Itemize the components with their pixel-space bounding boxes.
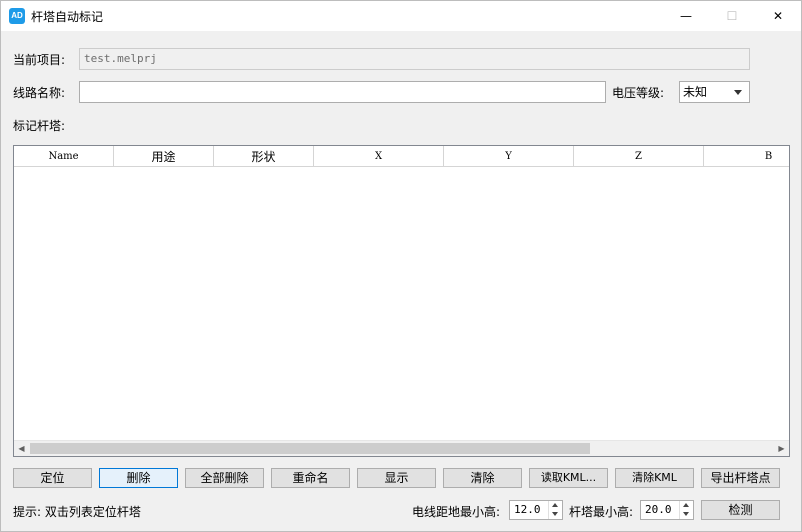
clear-button[interactable]: 清除 [443,468,522,488]
table-header: Name 用途 形状 X Y Z B [14,146,789,167]
window-title: 杆塔自动标记 [31,10,104,24]
spin-up-icon[interactable] [679,501,693,510]
column-header-name[interactable]: Name [14,146,114,166]
tower-min-height-stepper[interactable]: 20.0 [640,500,694,520]
line-name-label: 线路名称: [13,86,66,100]
delete-button[interactable]: 删除 [99,468,178,488]
column-header-shape[interactable]: 形状 [214,146,314,166]
column-header-b[interactable]: B [704,146,789,166]
detect-button[interactable]: 检测 [701,500,780,520]
export-points-button[interactable]: 导出杆塔点 [701,468,780,488]
show-button[interactable]: 显示 [357,468,436,488]
horizontal-scrollbar[interactable]: ◀ ▶ [14,440,789,456]
wire-min-height-stepper[interactable]: 12.0 [509,500,563,520]
column-header-y[interactable]: Y [444,146,574,166]
marked-towers-label: 标记杆塔: [13,119,66,133]
tower-table[interactable]: Name 用途 形状 X Y Z B ◀ ▶ [13,145,790,457]
hint-text: 提示: 双击列表定位杆塔 [13,505,141,519]
scroll-right-icon[interactable]: ▶ [774,441,789,456]
project-label: 当前项目: [13,53,66,67]
scroll-left-icon[interactable]: ◀ [14,441,29,456]
title-bar: AD 杆塔自动标记 — ☐ ✕ [1,1,801,31]
tower-min-height-value: 20.0 [645,503,672,516]
wire-min-height-value: 12.0 [514,503,541,516]
voltage-label: 电压等级: [612,86,665,100]
read-kml-button[interactable]: 读取KML... [529,468,608,488]
wire-min-height-label: 电线距地最小高: [412,505,501,519]
column-header-x[interactable]: X [314,146,444,166]
tower-min-height-label: 杆塔最小高: [569,505,634,519]
close-button[interactable]: ✕ [755,1,801,31]
delete-all-button[interactable]: 全部删除 [185,468,264,488]
main-window: AD 杆塔自动标记 — ☐ ✕ 当前项目: test.melprj 线路名称: … [0,0,802,532]
app-icon: AD [9,8,25,24]
locate-button[interactable]: 定位 [13,468,92,488]
maximize-button[interactable]: ☐ [709,1,755,31]
scrollbar-thumb[interactable] [30,443,590,454]
minimize-button[interactable]: — [663,1,709,31]
chevron-down-icon [734,90,742,95]
line-name-input[interactable] [79,81,606,103]
voltage-select-value: 未知 [683,85,708,99]
rename-button[interactable]: 重命名 [271,468,350,488]
voltage-select[interactable]: 未知 [679,81,750,103]
column-header-usage[interactable]: 用途 [114,146,214,166]
spin-up-icon[interactable] [548,501,562,510]
project-field: test.melprj [79,48,750,70]
column-header-z[interactable]: Z [574,146,704,166]
clear-kml-button[interactable]: 清除KML [615,468,694,488]
spin-down-icon[interactable] [548,510,562,519]
spin-down-icon[interactable] [679,510,693,519]
